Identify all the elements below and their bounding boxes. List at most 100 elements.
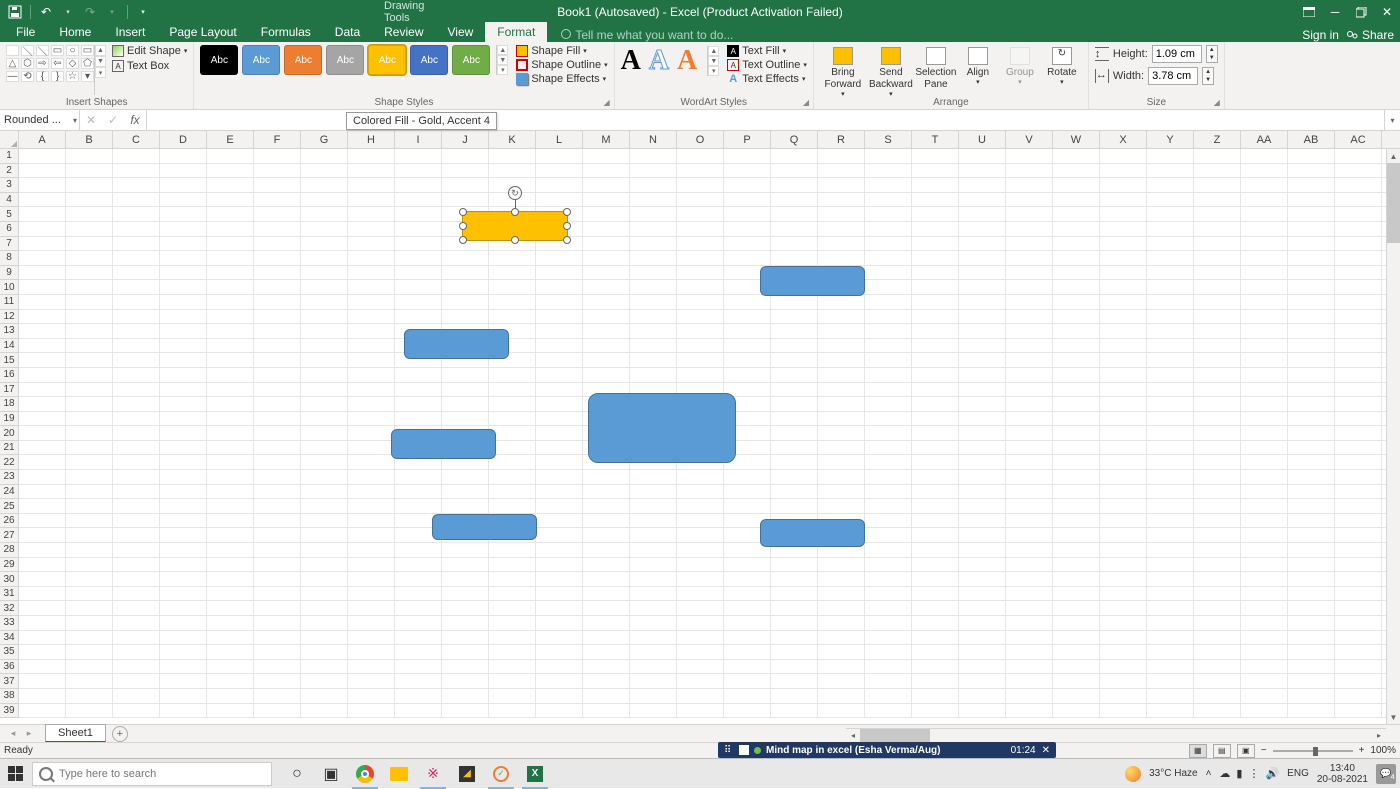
- row-header[interactable]: 6: [0, 222, 19, 237]
- tell-me-search[interactable]: Tell me what you want to do...: [561, 28, 733, 42]
- shapes-more[interactable]: ▾: [95, 67, 106, 78]
- row-header[interactable]: 10: [0, 280, 19, 295]
- row-header[interactable]: 38: [0, 689, 19, 704]
- row-header[interactable]: 37: [0, 674, 19, 689]
- taskbar-search[interactable]: Type here to search: [32, 762, 272, 786]
- column-header[interactable]: G: [301, 131, 348, 148]
- bring-forward-button[interactable]: Bring Forward▾: [820, 45, 866, 99]
- blue-shape-2[interactable]: [404, 329, 509, 359]
- clock[interactable]: 13:40 20-08-2021: [1317, 763, 1368, 785]
- blue-shape-4[interactable]: [588, 393, 736, 463]
- resize-handle-n[interactable]: [511, 208, 519, 216]
- row-header[interactable]: 36: [0, 660, 19, 675]
- column-header[interactable]: J: [442, 131, 489, 148]
- column-header[interactable]: F: [254, 131, 301, 148]
- blue-shape-1[interactable]: [760, 266, 865, 296]
- recorder-drag-icon[interactable]: ⠿: [724, 745, 734, 755]
- style-swatch-gold[interactable]: Abc: [368, 45, 406, 75]
- select-all-corner[interactable]: [0, 131, 19, 148]
- wordart-more[interactable]: ▾: [708, 66, 719, 76]
- row-header[interactable]: 28: [0, 543, 19, 558]
- width-spin-up[interactable]: ▲: [1203, 68, 1213, 76]
- tab-format[interactable]: Format: [485, 22, 547, 42]
- resize-handle-w[interactable]: [459, 222, 467, 230]
- row-header[interactable]: 21: [0, 441, 19, 456]
- resize-handle-ne[interactable]: [563, 208, 571, 216]
- selected-gold-shape[interactable]: [462, 211, 568, 241]
- wordart-style-2[interactable]: A: [649, 45, 669, 77]
- hscroll-thumb[interactable]: [860, 729, 930, 742]
- row-header[interactable]: 7: [0, 237, 19, 252]
- app-icon-1[interactable]: ◢: [450, 759, 484, 789]
- column-header[interactable]: A: [19, 131, 66, 148]
- column-header[interactable]: T: [912, 131, 959, 148]
- row-header[interactable]: 11: [0, 295, 19, 310]
- row-header[interactable]: 33: [0, 616, 19, 631]
- column-header[interactable]: AB: [1288, 131, 1335, 148]
- new-sheet-button[interactable]: +: [112, 726, 128, 742]
- column-header[interactable]: U: [959, 131, 1006, 148]
- shape-styles-launcher[interactable]: ◢: [602, 97, 612, 107]
- sheet-nav-next[interactable]: ▸: [22, 728, 36, 739]
- send-backward-button[interactable]: Send Backward▾: [868, 45, 914, 99]
- column-header[interactable]: L: [536, 131, 583, 148]
- horizontal-scrollbar[interactable]: ◂ ▸: [846, 728, 1386, 742]
- column-header[interactable]: P: [724, 131, 771, 148]
- excel-icon[interactable]: X: [518, 759, 552, 789]
- column-header[interactable]: W: [1053, 131, 1100, 148]
- tab-view[interactable]: View: [436, 22, 486, 42]
- column-header[interactable]: Z: [1194, 131, 1241, 148]
- row-header[interactable]: 22: [0, 455, 19, 470]
- hscroll-right[interactable]: ▸: [1372, 729, 1386, 742]
- wordart-scroll-up[interactable]: ▲: [708, 46, 719, 56]
- row-header[interactable]: 8: [0, 251, 19, 266]
- shape-outline-button[interactable]: Shape Outline ▾: [516, 59, 607, 71]
- vertical-scrollbar[interactable]: ▲ ▼: [1386, 149, 1400, 724]
- width-input[interactable]: [1148, 67, 1198, 85]
- page-layout-view-button[interactable]: ▤: [1213, 744, 1231, 758]
- column-header[interactable]: O: [677, 131, 724, 148]
- normal-view-button[interactable]: ▦: [1189, 744, 1207, 758]
- style-swatch-black[interactable]: Abc: [200, 45, 238, 75]
- onedrive-icon[interactable]: ☁: [1219, 767, 1230, 780]
- blue-shape-5[interactable]: [432, 514, 537, 540]
- hscroll-left[interactable]: ◂: [846, 729, 860, 742]
- column-header[interactable]: N: [630, 131, 677, 148]
- signin-link[interactable]: Sign in: [1302, 28, 1339, 42]
- resize-handle-sw[interactable]: [459, 236, 467, 244]
- row-header[interactable]: 15: [0, 353, 19, 368]
- worksheet-grid[interactable]: ABCDEFGHIJKLMNOPQRSTUVWXYZAAABAC 1234567…: [0, 131, 1400, 724]
- shapes-scroll-up[interactable]: ▲: [95, 45, 106, 56]
- zoom-out-button[interactable]: −: [1261, 745, 1267, 756]
- column-header[interactable]: M: [583, 131, 630, 148]
- row-header[interactable]: 1: [0, 149, 19, 164]
- column-header[interactable]: V: [1006, 131, 1053, 148]
- file-explorer-icon[interactable]: [382, 759, 416, 789]
- row-header[interactable]: 12: [0, 310, 19, 325]
- blue-shape-3[interactable]: [391, 429, 496, 459]
- column-header[interactable]: Y: [1147, 131, 1194, 148]
- name-box[interactable]: Rounded ...▾: [0, 110, 80, 130]
- row-header[interactable]: 25: [0, 499, 19, 514]
- wordart-scroll-down[interactable]: ▼: [708, 56, 719, 66]
- rotate-handle[interactable]: [508, 186, 522, 200]
- battery-icon[interactable]: ▮: [1236, 767, 1242, 780]
- recorder-stop-icon[interactable]: [739, 745, 749, 755]
- text-effects-button[interactable]: AText Effects ▾: [727, 73, 807, 85]
- shapes-scroll-down[interactable]: ▼: [95, 56, 106, 67]
- row-header[interactable]: 20: [0, 426, 19, 441]
- column-header[interactable]: R: [818, 131, 865, 148]
- undo-dropdown[interactable]: ▾: [59, 3, 77, 21]
- row-header[interactable]: 30: [0, 572, 19, 587]
- row-header[interactable]: 23: [0, 470, 19, 485]
- recorder-close-button[interactable]: ✕: [1042, 745, 1050, 756]
- style-swatch-gray[interactable]: Abc: [326, 45, 364, 75]
- shape-effects-button[interactable]: Shape Effects ▾: [516, 73, 607, 85]
- row-header[interactable]: 4: [0, 193, 19, 208]
- wordart-style-3[interactable]: A: [677, 45, 697, 77]
- row-header[interactable]: 32: [0, 601, 19, 616]
- zoom-slider[interactable]: [1273, 750, 1353, 752]
- row-header[interactable]: 14: [0, 339, 19, 354]
- column-header[interactable]: Q: [771, 131, 818, 148]
- sheet-tab-sheet1[interactable]: Sheet1: [45, 724, 106, 743]
